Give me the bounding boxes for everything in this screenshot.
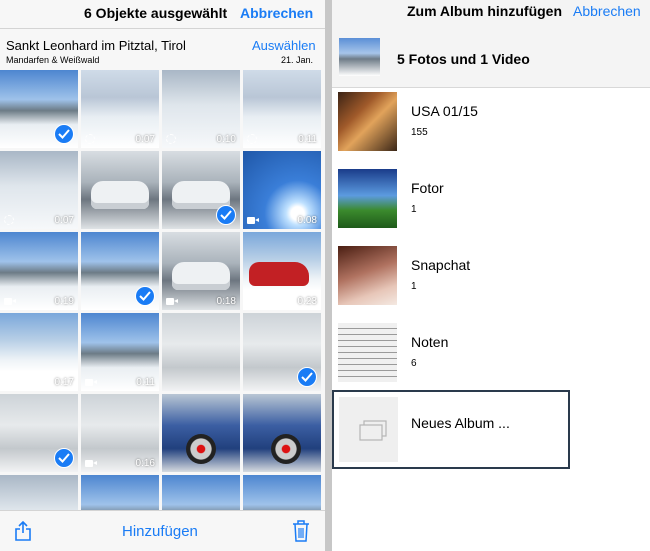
video-duration: 0:10 [216,134,236,145]
add-to-album-pane: Zum Album hinzufügen Abbrechen 5 Fotos u… [332,0,650,551]
album-name: Noten [411,334,449,350]
album-count: 6 [411,358,417,369]
video-camera-icon [85,379,97,386]
album-sheet-header: Zum Album hinzufügen Abbrechen 5 Fotos u… [332,0,650,88]
share-icon[interactable] [14,521,32,541]
selection-count-title: 6 Objekte ausgewählt [84,5,228,21]
selection-navbar: 6 Objekte ausgewählt Abbrechen [0,0,325,29]
photo-tile[interactable] [81,475,159,510]
selected-checkmark-icon [135,286,155,306]
video-duration: 0:11 [136,377,155,388]
photo-tile[interactable]: 0:07 [0,151,78,229]
add-to-album-title: Zum Album hinzufügen [407,3,563,19]
moment-location-subtitle: Mandarfen & Weißwald [6,55,100,65]
video-duration: 0:18 [216,296,236,307]
photo-tile[interactable] [162,475,240,510]
cancel-button[interactable]: Abbrechen [573,3,641,19]
video-camera-icon [4,298,16,305]
album-stack-icon [359,420,387,441]
pane-divider [325,0,332,551]
video-duration: 0:23 [297,296,317,307]
video-camera-icon [85,460,97,467]
selected-checkmark-icon [297,367,317,387]
photo-tile[interactable]: 0:08 [243,151,321,229]
album-thumbnail [338,169,397,228]
live-photo-icon [166,134,176,144]
video-duration: 0:11 [298,134,317,145]
add-to-button[interactable]: Hinzufügen [122,523,198,540]
selection-thumbnail [339,38,380,76]
video-duration: 0:08 [297,215,317,226]
video-duration: 0:16 [135,458,155,469]
moment-date: 21. Jan. [281,55,314,65]
video-camera-icon [247,217,259,224]
live-photo-icon [4,215,14,225]
photo-tile[interactable] [81,232,159,310]
selected-checkmark-icon [54,124,74,144]
album-row-usa[interactable]: USA 01/15 155 [332,89,650,166]
moment-location-title: Sankt Leonhard im Pitztal, Tirol [6,38,186,53]
photo-tile[interactable] [162,313,240,391]
photo-tile[interactable]: 0:10 [162,70,240,148]
album-thumbnail [338,323,397,382]
photo-tile[interactable]: 0:19 [0,232,78,310]
photo-tile[interactable] [0,475,78,510]
photo-tile[interactable]: 0:17 [0,313,78,391]
album-thumbnail [338,92,397,151]
album-row-fotor[interactable]: Fotor 1 [332,166,650,243]
new-album-button[interactable]: Neues Album ... [332,390,570,469]
video-duration: 0:19 [54,296,74,307]
photo-tile[interactable] [0,70,78,148]
photo-tile[interactable] [81,151,159,229]
photo-selection-pane: 6 Objekte ausgewählt Abbrechen Sankt Leo… [0,0,325,551]
album-row-noten[interactable]: Noten 6 [332,320,650,397]
select-moment-button[interactable]: Auswählen [252,38,316,53]
photo-tile[interactable]: 0:11 [81,313,159,391]
album-name: Fotor [411,180,444,196]
video-camera-icon [4,379,16,386]
photo-tile[interactable]: 0:07 [81,70,159,148]
live-photo-icon [85,134,95,144]
album-name: Snapchat [411,257,471,273]
photo-tile[interactable]: 0:11 [243,70,321,148]
selected-checkmark-icon [216,205,236,225]
album-count: 155 [411,127,428,138]
album-count: 1 [411,281,417,292]
video-camera-icon [247,298,259,305]
new-album-thumbnail [339,397,398,462]
video-duration: 0:07 [135,134,155,145]
cancel-button[interactable]: Abbrechen [240,5,313,21]
bottom-toolbar: Hinzufügen [0,510,325,551]
photo-tile[interactable] [162,151,240,229]
video-camera-icon [166,298,178,305]
album-row-snapchat[interactable]: Snapchat 1 [332,243,650,320]
photo-tile[interactable]: 0:23 [243,232,321,310]
album-name: USA 01/15 [411,103,478,119]
photo-grid: 0:07 0:10 0:11 0:07 0:08 0:19 0:18 0:23 … [0,70,325,510]
selection-summary: 5 Fotos und 1 Video [397,51,530,67]
album-thumbnail [338,246,397,305]
photo-tile[interactable]: 0:16 [81,394,159,472]
photo-tile[interactable]: 0:18 [162,232,240,310]
album-count: 1 [411,204,417,215]
selected-checkmark-icon [54,448,74,468]
photo-tile[interactable] [162,394,240,472]
photo-tile[interactable] [0,394,78,472]
photo-tile[interactable] [243,313,321,391]
video-duration: 0:07 [54,215,74,226]
new-album-label: Neues Album ... [411,415,510,431]
live-photo-icon [247,134,257,144]
photo-tile[interactable] [243,394,321,472]
moment-header: Sankt Leonhard im Pitztal, Tirol Mandarf… [0,29,325,69]
trash-icon[interactable] [292,520,310,542]
video-duration: 0:17 [54,377,74,388]
photo-tile[interactable] [243,475,321,510]
